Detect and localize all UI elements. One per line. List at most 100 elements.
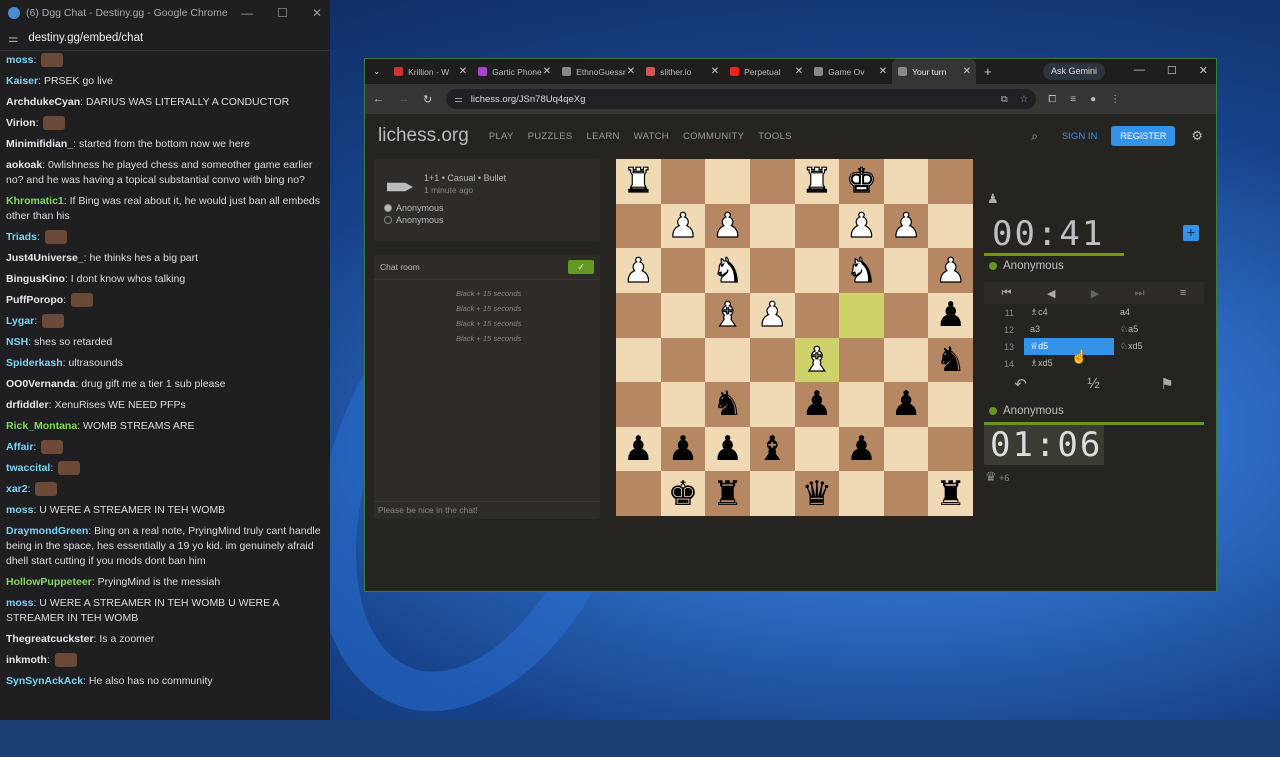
nav-community[interactable]: COMMUNITY (683, 131, 744, 142)
board-square[interactable] (749, 159, 795, 204)
opponent-name[interactable]: Anonymous (989, 260, 1064, 272)
board-square[interactable]: ♟ (839, 426, 884, 472)
board-square[interactable] (660, 159, 706, 204)
board-square[interactable] (660, 292, 706, 338)
black-move[interactable]: a4 (1114, 304, 1204, 321)
tab-label[interactable]: slither.io (660, 67, 691, 77)
install-icon[interactable]: ⧉ (1001, 94, 1008, 105)
nav-watch[interactable]: WATCH (634, 131, 669, 142)
tab-close-icon[interactable]: ✕ (711, 66, 719, 77)
tab-close-icon[interactable]: ✕ (459, 66, 467, 77)
board-square[interactable] (660, 382, 706, 427)
chat-username[interactable]: xar2 (6, 483, 28, 495)
white-player[interactable]: Anonymous (384, 203, 590, 213)
board-square[interactable]: ♝ (749, 426, 795, 472)
bookmark-star-icon[interactable]: ☆ (1020, 94, 1029, 105)
chat-username[interactable]: Minimifidian_ (6, 138, 73, 150)
address-bar[interactable]: ⚌ lichess.org/JSn78Uq4qeXg ⧉ ☆ (446, 89, 1037, 109)
back-icon[interactable]: ← (373, 93, 384, 105)
board-square[interactable] (928, 203, 973, 249)
nav-puzzles[interactable]: PUZZLES (528, 131, 573, 142)
chat-username[interactable]: HollowPuppeteer (6, 576, 92, 588)
player-name[interactable]: Anonymous (989, 405, 1064, 417)
board-square[interactable] (660, 248, 706, 293)
board-square[interactable]: ♚ (839, 159, 884, 204)
board-square[interactable] (616, 203, 661, 249)
white-pawn-icon[interactable]: ♟ (622, 253, 654, 288)
reload-icon[interactable]: ↻ (423, 93, 432, 106)
tab-search-icon[interactable]: ⌄ (365, 66, 388, 77)
board-square[interactable] (749, 382, 795, 427)
board-square[interactable] (749, 337, 795, 383)
black-bishop-icon[interactable]: ♝ (757, 432, 787, 466)
tab-label[interactable]: Gartic Phone (492, 67, 542, 77)
board-square[interactable]: ♟ (794, 382, 840, 427)
lichess-logo[interactable]: lichess.org (378, 125, 469, 147)
site-settings-icon[interactable]: ⚌ (8, 31, 18, 45)
white-move[interactable]: ♕d5 (1024, 338, 1114, 355)
black-player[interactable]: Anonymous (384, 215, 590, 225)
board-square[interactable] (794, 203, 840, 249)
black-pawn-icon[interactable]: ♟ (935, 298, 965, 332)
board-square[interactable] (883, 248, 929, 293)
chat-url[interactable]: destiny.gg/embed/chat (28, 32, 143, 44)
chat-username[interactable]: ArchdukeCyan (6, 96, 80, 108)
board-square[interactable] (839, 337, 884, 383)
add-time-icon[interactable]: + (1183, 225, 1199, 241)
opponent-name-label[interactable]: Anonymous (1003, 260, 1064, 272)
black-pawn-icon[interactable]: ♟ (802, 387, 832, 421)
chat-input[interactable]: Please be nice in the chat! (374, 501, 600, 519)
takeback-icon[interactable]: ↶ (1014, 375, 1027, 393)
black-king-icon[interactable]: ♚ (668, 477, 698, 511)
board-square[interactable] (928, 382, 973, 427)
white-move[interactable]: ♗xd5 (1024, 355, 1114, 372)
nav-learn[interactable]: LEARN (586, 131, 619, 142)
chess-board[interactable]: ♜ ♜ ♚ ♟ ♟ ♟ ♟ ♟ ♞ ♞ ♟ ♝ ♟ ♟ ♝ ♞ ♞ ♟ ♟ ♟ ♟ ♟ ♝ ♟ ♚ ♜ ♛ ♜ (616, 159, 973, 516)
white-knight-icon[interactable]: ♞ (846, 253, 878, 288)
board-square[interactable]: ♟ (660, 426, 706, 472)
board-square[interactable]: ♟ (928, 292, 973, 338)
board-square[interactable] (616, 292, 661, 338)
browser-tab[interactable]: Game Ov ✕ (808, 59, 892, 84)
chat-username[interactable]: Just4Universe_ (6, 252, 84, 264)
board-square[interactable] (749, 248, 795, 293)
tab-close-icon[interactable]: ✕ (795, 66, 803, 77)
black-pawn-icon[interactable]: ♟ (623, 432, 653, 466)
white-knight-icon[interactable]: ♞ (712, 253, 744, 288)
nav-play[interactable]: PLAY (489, 131, 514, 142)
white-player-name[interactable]: Anonymous (396, 203, 444, 213)
browser-tab[interactable]: Perpetual ✕ (724, 59, 808, 84)
white-pawn-icon[interactable]: ♟ (756, 298, 788, 333)
gear-icon[interactable]: ⚙ (1191, 128, 1203, 144)
white-bishop-icon[interactable]: ♝ (712, 298, 744, 333)
address-url[interactable]: lichess.org/JSn78Uq4qeXg (471, 94, 586, 105)
tab-close-icon[interactable]: ✕ (543, 66, 551, 77)
board-square[interactable]: ♜ (794, 159, 840, 204)
chat-username[interactable]: moss (6, 54, 33, 66)
board-square[interactable]: ♟ (749, 292, 795, 338)
white-rook-icon[interactable]: ♜ (622, 164, 654, 199)
chat-username[interactable]: Triads (6, 231, 37, 243)
chat-username[interactable]: drfiddler (6, 399, 49, 411)
chat-username[interactable]: moss (6, 504, 33, 516)
board-square[interactable]: ♟ (660, 203, 706, 249)
extensions-icon[interactable]: ⧠ (1048, 94, 1056, 105)
chat-username[interactable]: OO0Vernanda (6, 378, 75, 390)
board-square[interactable] (660, 337, 706, 383)
board-square[interactable]: ♜ (616, 159, 661, 204)
browser-tab[interactable]: Gartic Phone ✕ (472, 59, 556, 84)
white-bishop-icon[interactable]: ♝ (801, 342, 833, 377)
board-square[interactable]: ♛ (794, 471, 840, 516)
board-square[interactable]: ♟ (705, 426, 750, 472)
site-info-icon[interactable]: ⚌ (454, 94, 463, 105)
black-move[interactable]: ♘xd5 (1114, 338, 1204, 355)
black-knight-icon[interactable]: ♞ (935, 343, 965, 377)
resign-flag-icon[interactable]: ⚑ (1160, 375, 1173, 393)
white-pawn-icon[interactable]: ♟ (890, 208, 922, 243)
black-pawn-icon[interactable]: ♟ (712, 432, 742, 466)
white-rook-icon[interactable]: ♜ (801, 164, 833, 199)
board-square[interactable]: ♟ (616, 248, 661, 293)
minimize-icon[interactable]: — (1134, 64, 1145, 77)
browser-tab[interactable]: slither.io ✕ (640, 59, 724, 84)
profile-icon[interactable]: ● (1090, 94, 1096, 105)
